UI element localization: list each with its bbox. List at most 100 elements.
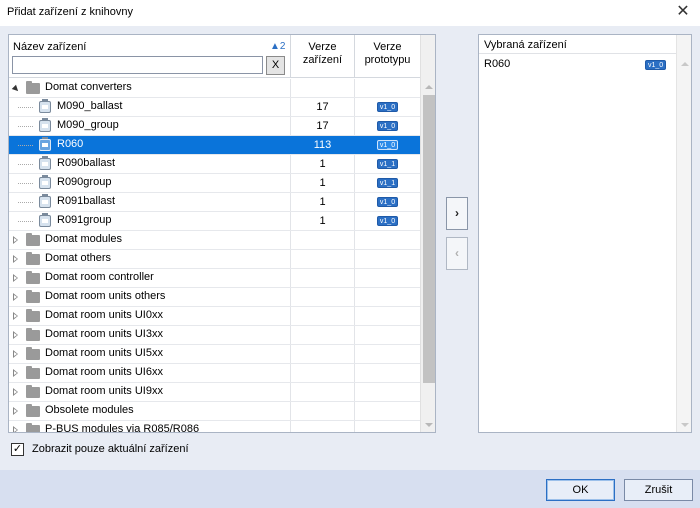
tree-category-row[interactable]: Domat room controller [9, 269, 420, 288]
tree-category-row[interactable]: Obsolete modules [9, 402, 420, 421]
selected-device-row[interactable]: R060 v1_0 [479, 56, 676, 74]
show-current-only-checkbox[interactable]: ✓ [11, 443, 24, 456]
device-version: 113 [290, 136, 354, 154]
device-icon [39, 175, 51, 189]
device-row[interactable]: R091ballast 1 v1_0 [9, 193, 420, 212]
tree-scrollbar[interactable] [420, 35, 435, 432]
version-badge: v1_0 [376, 121, 399, 131]
category-label: Domat room units UI9xx [45, 385, 163, 397]
device-icon [39, 194, 51, 208]
selected-devices-header: Vybraná zařízení [479, 35, 676, 54]
folder-icon [26, 81, 40, 94]
device-library-tree[interactable]: Název zařízení ▲2 X Verze zařízení Verze… [8, 34, 436, 433]
tree-category-row[interactable]: Domat room units UI0xx [9, 307, 420, 326]
device-name: M090_ballast [57, 100, 123, 112]
tree-rows: Domat converters M090_ballast 17 v1_0 M090_… [9, 79, 420, 432]
version-badge: v1_0 [645, 60, 667, 70]
expand-arrow-icon[interactable] [13, 255, 18, 263]
tree-guide-line [18, 164, 33, 165]
column-header-name[interactable]: Název zařízení [13, 41, 86, 53]
expand-arrow-icon[interactable] [13, 350, 18, 358]
category-label: Domat room controller [45, 271, 154, 283]
scroll-up-arrow-icon[interactable] [681, 62, 689, 66]
dialog-footer: OK Zrušit [0, 470, 700, 508]
folder-icon [26, 366, 40, 379]
category-label: Domat others [45, 252, 112, 264]
tree-header: Název zařízení ▲2 X Verze zařízení Verze… [9, 35, 420, 78]
tree-category-row[interactable]: Domat modules [9, 231, 420, 250]
expand-arrow-icon[interactable] [13, 331, 18, 339]
cancel-button[interactable]: Zrušit [624, 479, 693, 501]
dialog-content: Název zařízení ▲2 X Verze zařízení Verze… [0, 26, 700, 470]
device-version: 1 [290, 212, 354, 230]
ok-button[interactable]: OK [546, 479, 615, 501]
expand-arrow-icon[interactable] [13, 426, 18, 432]
remove-device-button[interactable]: ‹ [446, 237, 468, 270]
expand-arrow-icon[interactable] [13, 293, 18, 301]
tree-category-row[interactable]: Domat room units UI3xx [9, 326, 420, 345]
close-icon[interactable]: ✕ [674, 3, 692, 21]
device-version: 1 [290, 174, 354, 192]
name-filter-input[interactable] [12, 56, 263, 74]
selected-list-scrollbar[interactable] [676, 35, 691, 432]
version-badge: v1_1 [376, 178, 399, 188]
device-row[interactable]: M090_ballast 17 v1_0 [9, 98, 420, 117]
category-label: Domat room units others [45, 290, 166, 302]
expand-arrow-icon[interactable] [13, 236, 18, 244]
collapse-arrow-icon[interactable] [11, 84, 21, 94]
device-name: M090_group [57, 119, 119, 131]
device-row[interactable]: R091group 1 v1_0 [9, 212, 420, 231]
folder-icon [26, 233, 40, 246]
device-row[interactable]: R090ballast 1 v1_1 [9, 155, 420, 174]
group-label: Domat converters [45, 81, 132, 93]
version-badge: v1_0 [376, 102, 399, 112]
version-badge: v1_1 [376, 159, 399, 169]
expand-arrow-icon[interactable] [13, 388, 18, 396]
tree-guide-line [18, 126, 33, 127]
expand-arrow-icon[interactable] [13, 407, 18, 415]
tree-group-row[interactable]: Domat converters [9, 79, 420, 98]
show-current-only-label[interactable]: Zobrazit pouze aktuální zařízení [32, 443, 189, 455]
folder-icon [26, 290, 40, 303]
scroll-up-arrow-icon[interactable] [425, 85, 433, 89]
tree-category-row[interactable]: Domat room units UI9xx [9, 383, 420, 402]
column-header-device-version[interactable]: Verze zařízení [290, 35, 354, 78]
title-bar: Přidat zařízení z knihovny ✕ [0, 0, 700, 26]
tree-guide-line [18, 202, 33, 203]
category-label: Domat room units UI5xx [45, 347, 163, 359]
device-row[interactable]: R060 113 v1_0 [9, 136, 420, 155]
tree-category-row[interactable]: Domat others [9, 250, 420, 269]
scroll-down-arrow-icon[interactable] [425, 423, 433, 427]
device-row[interactable]: M090_group 17 v1_0 [9, 117, 420, 136]
folder-icon [26, 385, 40, 398]
device-name: R060 [57, 138, 84, 150]
category-label: Obsolete modules [45, 404, 134, 416]
version-badge: v1_0 [376, 197, 399, 207]
expand-arrow-icon[interactable] [13, 274, 18, 282]
scroll-down-arrow-icon[interactable] [681, 423, 689, 427]
column-header-prototype-version[interactable]: Verze prototypu [354, 35, 420, 78]
scrollbar-thumb[interactable] [423, 95, 435, 383]
device-row[interactable]: R090group 1 v1_1 [9, 174, 420, 193]
version-badge: v1_0 [376, 216, 399, 226]
device-icon [39, 156, 51, 170]
device-name: R090group [57, 176, 112, 188]
tree-category-row[interactable]: Domat room units UI5xx [9, 345, 420, 364]
device-name: R091ballast [57, 195, 116, 207]
category-label: Domat modules [45, 233, 123, 245]
clear-filter-button[interactable]: X [266, 56, 285, 75]
tree-guide-line [18, 107, 33, 108]
folder-icon [26, 309, 40, 322]
folder-icon [26, 404, 40, 417]
tree-category-row[interactable]: P-BUS modules via R085/R086 [9, 421, 420, 432]
device-name: R090ballast [57, 157, 116, 169]
tree-category-row[interactable]: Domat room units UI6xx [9, 364, 420, 383]
selected-devices-list[interactable]: Vybraná zařízení R060 v1_0 [478, 34, 692, 433]
device-version: 17 [290, 117, 354, 135]
category-label: Domat room units UI6xx [45, 366, 163, 378]
expand-arrow-icon[interactable] [13, 312, 18, 320]
sort-indicator-icon: ▲2 [270, 41, 286, 52]
add-device-button[interactable]: › [446, 197, 468, 230]
tree-category-row[interactable]: Domat room units others [9, 288, 420, 307]
expand-arrow-icon[interactable] [13, 369, 18, 377]
